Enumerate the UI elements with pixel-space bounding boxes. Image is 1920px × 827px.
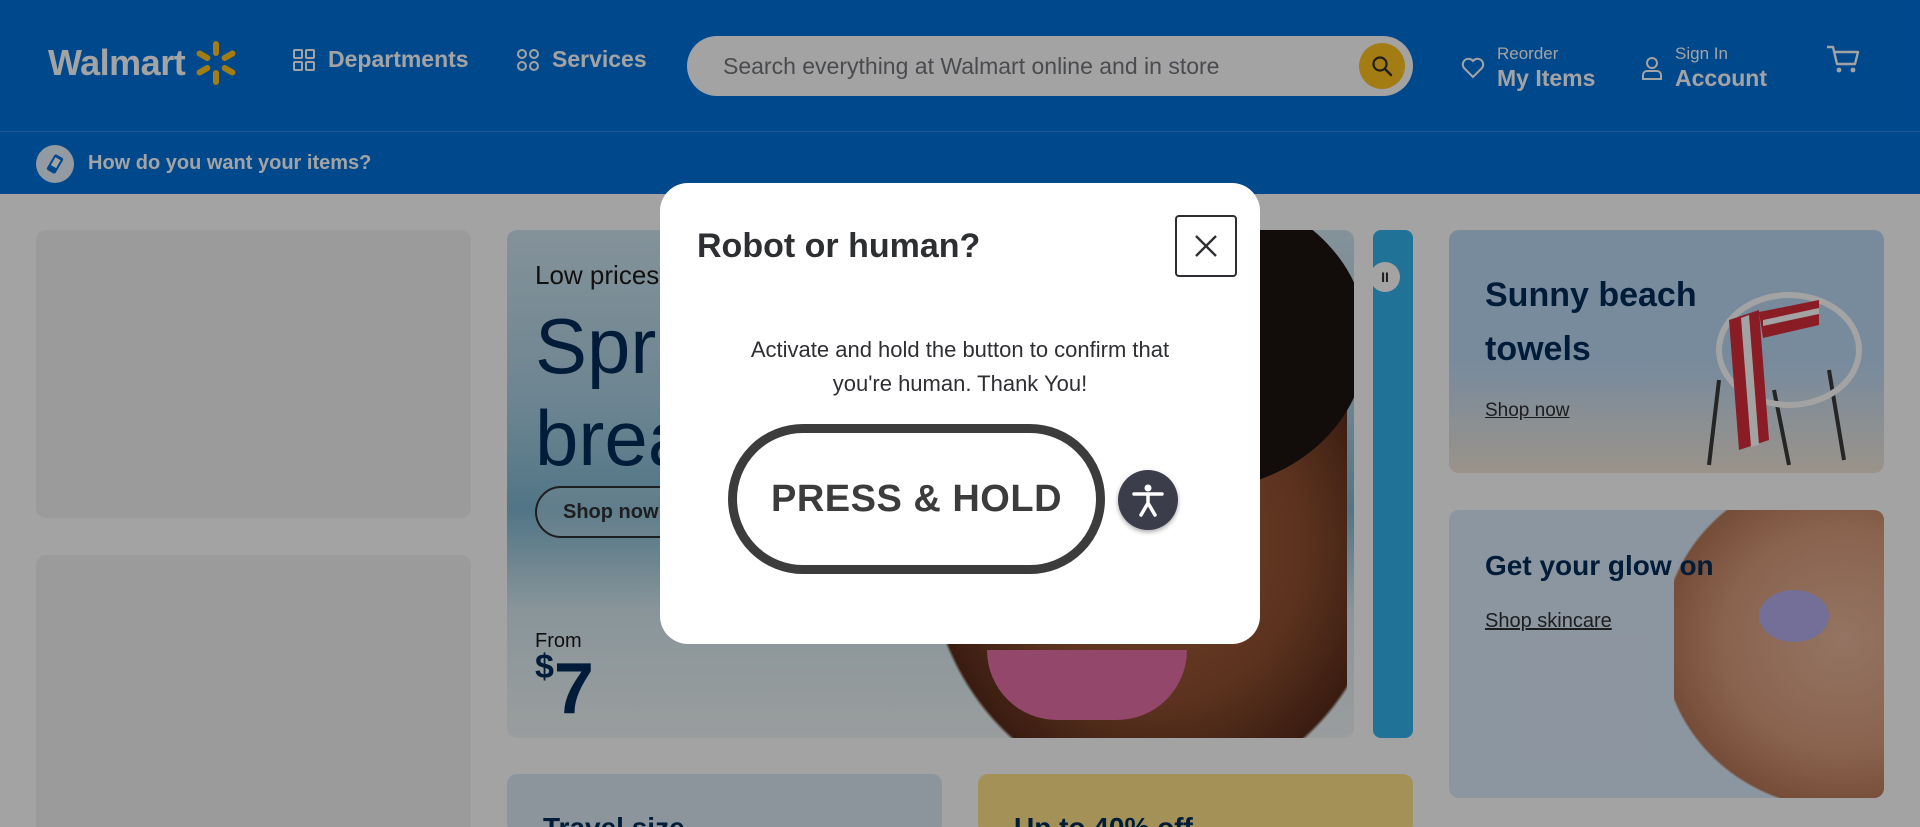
close-button[interactable]	[1175, 215, 1237, 277]
dialog-instructions: Activate and hold the button to confirm …	[750, 337, 1170, 396]
accessibility-icon	[1132, 484, 1164, 517]
press-and-hold-button[interactable]: PRESS & HOLD	[728, 424, 1105, 574]
accessibility-button[interactable]	[1118, 470, 1178, 530]
close-icon	[1195, 235, 1217, 257]
dialog-title: Robot or human?	[697, 227, 981, 265]
robot-check-dialog: Robot or human? Activate and hold the bu…	[660, 183, 1260, 644]
